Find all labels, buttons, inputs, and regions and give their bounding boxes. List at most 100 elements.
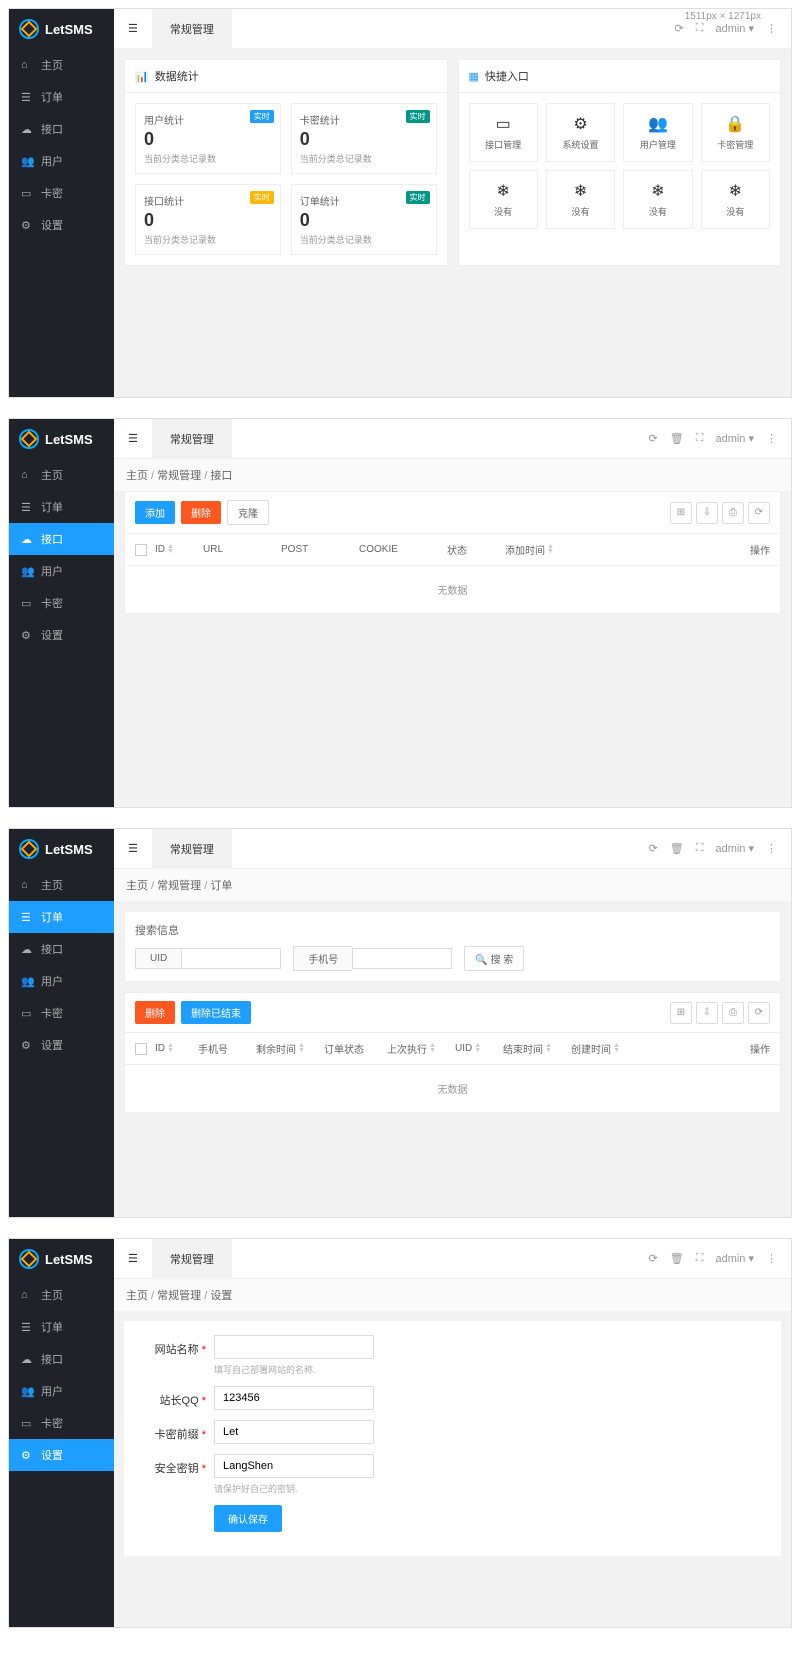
nav-setting[interactable]: ⚙设置 bbox=[9, 209, 114, 241]
breadcrumb: 主页 / 常规管理 / 订单 bbox=[114, 869, 791, 901]
nav-order[interactable]: ☰订单 bbox=[9, 491, 114, 523]
fullscreen-icon[interactable]: ⛶ bbox=[696, 22, 704, 35]
uid-input[interactable] bbox=[181, 948, 281, 969]
nav-api[interactable]: ☁接口 bbox=[9, 523, 114, 555]
nav-user[interactable]: 👥用户 bbox=[9, 145, 114, 177]
sort-icon[interactable]: ▲▼ bbox=[167, 545, 174, 553]
search-panel: 搜索信息 UID 手机号 🔍 搜 索 bbox=[124, 911, 781, 982]
nav-setting[interactable]: ⚙设置 bbox=[9, 1029, 114, 1061]
menu-toggle[interactable]: ☰ bbox=[114, 829, 152, 869]
print-icon[interactable]: ⎙ bbox=[722, 502, 744, 524]
print-icon[interactable]: ⎙ bbox=[722, 1002, 744, 1024]
nav-home[interactable]: ⌂主页 bbox=[9, 869, 114, 901]
sort-icon[interactable]: ▲▼ bbox=[545, 1044, 552, 1052]
search-button[interactable]: 🔍 搜 索 bbox=[464, 946, 524, 971]
nav-setting[interactable]: ⚙设置 bbox=[9, 619, 114, 651]
save-button[interactable]: 确认保存 bbox=[214, 1505, 282, 1532]
quick-link[interactable]: ❄没有 bbox=[701, 170, 770, 229]
delete-button[interactable]: 删除 bbox=[135, 1001, 175, 1024]
fullscreen-icon[interactable]: ⛶ bbox=[696, 432, 704, 445]
secret-input[interactable] bbox=[214, 1454, 374, 1478]
nav-home[interactable]: ⌂主页 bbox=[9, 49, 114, 81]
sitename-input[interactable] bbox=[214, 1335, 374, 1359]
reload-icon[interactable]: ⟳ bbox=[748, 1002, 770, 1024]
admin-dropdown[interactable]: admin ▾ bbox=[715, 432, 754, 445]
select-all-checkbox[interactable] bbox=[135, 544, 147, 556]
qq-input[interactable] bbox=[214, 1386, 374, 1410]
add-button[interactable]: 添加 bbox=[135, 501, 175, 524]
clone-button[interactable]: 克隆 bbox=[227, 500, 269, 525]
nav-order[interactable]: ☰订单 bbox=[9, 901, 114, 933]
more-icon[interactable]: ⋮ bbox=[766, 842, 777, 855]
nav-card[interactable]: ▭卡密 bbox=[9, 177, 114, 209]
select-all-checkbox[interactable] bbox=[135, 1043, 147, 1055]
reload-icon[interactable]: ⟳ bbox=[748, 502, 770, 524]
logo[interactable]: LetSMS bbox=[9, 1239, 114, 1279]
active-tab[interactable]: 常规管理 bbox=[152, 1239, 232, 1279]
refresh-icon[interactable]: ⟳ bbox=[649, 1252, 658, 1265]
menu-toggle[interactable]: ☰ bbox=[114, 9, 152, 49]
logo[interactable]: LetSMS bbox=[9, 9, 114, 49]
table-header: ID▲▼ 手机号 剩余时间▲▼ 订单状态 上次执行▲▼ UID▲▼ 结束时间▲▼… bbox=[125, 1032, 780, 1065]
quick-link[interactable]: 🔒卡密管理 bbox=[701, 103, 770, 162]
sort-icon[interactable]: ▲▼ bbox=[547, 545, 554, 553]
menu-toggle[interactable]: ☰ bbox=[114, 419, 152, 459]
logo[interactable]: LetSMS bbox=[9, 829, 114, 869]
nav-setting[interactable]: ⚙设置 bbox=[9, 1439, 114, 1471]
admin-dropdown[interactable]: admin ▾ bbox=[715, 842, 754, 855]
nav-home[interactable]: ⌂主页 bbox=[9, 459, 114, 491]
fullscreen-icon[interactable]: ⛶ bbox=[696, 842, 704, 855]
trash-icon[interactable]: 🗑 bbox=[670, 1252, 684, 1265]
home-icon: ⌂ bbox=[21, 469, 33, 481]
quick-link[interactable]: ❄没有 bbox=[546, 170, 615, 229]
gear-icon: ⚙ bbox=[21, 219, 33, 231]
prefix-input[interactable] bbox=[214, 1420, 374, 1444]
nav-user[interactable]: 👥用户 bbox=[9, 965, 114, 997]
nav-order[interactable]: ☰订单 bbox=[9, 1311, 114, 1343]
sort-icon[interactable]: ▲▼ bbox=[474, 1044, 481, 1052]
filter-icon[interactable]: ⊞ bbox=[670, 502, 692, 524]
refresh-icon[interactable]: ⟳ bbox=[649, 842, 658, 855]
trash-icon[interactable]: 🗑 bbox=[670, 842, 684, 855]
quick-link[interactable]: ⚙系统设置 bbox=[546, 103, 615, 162]
nav-user[interactable]: 👥用户 bbox=[9, 555, 114, 587]
admin-dropdown[interactable]: admin ▾ bbox=[715, 1252, 754, 1265]
admin-dropdown[interactable]: admin ▾ bbox=[715, 22, 754, 35]
quick-link[interactable]: ▭接口管理 bbox=[469, 103, 538, 162]
quick-link[interactable]: ❄没有 bbox=[623, 170, 692, 229]
nav-home[interactable]: ⌂主页 bbox=[9, 1279, 114, 1311]
more-icon[interactable]: ⋮ bbox=[766, 432, 777, 445]
sort-icon[interactable]: ▲▼ bbox=[429, 1044, 436, 1052]
nav-order[interactable]: ☰订单 bbox=[9, 81, 114, 113]
nav-api[interactable]: ☁接口 bbox=[9, 113, 114, 145]
nav-card[interactable]: ▭卡密 bbox=[9, 1407, 114, 1439]
more-icon[interactable]: ⋮ bbox=[766, 1252, 777, 1265]
sort-icon[interactable]: ▲▼ bbox=[167, 1044, 174, 1052]
sidebar: LetSMS ⌂主页 ☰订单 ☁接口 👥用户 ▭卡密 ⚙设置 bbox=[9, 829, 114, 1217]
filter-icon[interactable]: ⊞ bbox=[670, 1002, 692, 1024]
fullscreen-icon[interactable]: ⛶ bbox=[696, 1252, 704, 1265]
phone-input[interactable] bbox=[352, 948, 452, 969]
active-tab[interactable]: 常规管理 bbox=[152, 419, 232, 459]
nav-api[interactable]: ☁接口 bbox=[9, 933, 114, 965]
sort-icon[interactable]: ▲▼ bbox=[613, 1044, 620, 1052]
refresh-icon[interactable]: ⟳ bbox=[649, 432, 658, 445]
active-tab[interactable]: 常规管理 bbox=[152, 829, 232, 869]
trash-icon[interactable]: 🗑 bbox=[670, 432, 684, 445]
quick-link[interactable]: ❄没有 bbox=[469, 170, 538, 229]
active-tab[interactable]: 常规管理 bbox=[152, 9, 232, 49]
nav-api[interactable]: ☁接口 bbox=[9, 1343, 114, 1375]
menu-toggle[interactable]: ☰ bbox=[114, 1239, 152, 1279]
sort-icon[interactable]: ▲▼ bbox=[298, 1044, 305, 1052]
export-icon[interactable]: ⇩ bbox=[696, 1002, 718, 1024]
quick-link[interactable]: 👥用户管理 bbox=[623, 103, 692, 162]
export-icon[interactable]: ⇩ bbox=[696, 502, 718, 524]
more-icon[interactable]: ⋮ bbox=[766, 22, 777, 35]
nav-card[interactable]: ▭卡密 bbox=[9, 997, 114, 1029]
nav-card[interactable]: ▭卡密 bbox=[9, 587, 114, 619]
delete-button[interactable]: 删除 bbox=[181, 501, 221, 524]
delete-ended-button[interactable]: 删除已结束 bbox=[181, 1001, 251, 1024]
nav-user[interactable]: 👥用户 bbox=[9, 1375, 114, 1407]
logo[interactable]: LetSMS bbox=[9, 419, 114, 459]
refresh-icon[interactable]: ⟳ bbox=[675, 22, 684, 35]
